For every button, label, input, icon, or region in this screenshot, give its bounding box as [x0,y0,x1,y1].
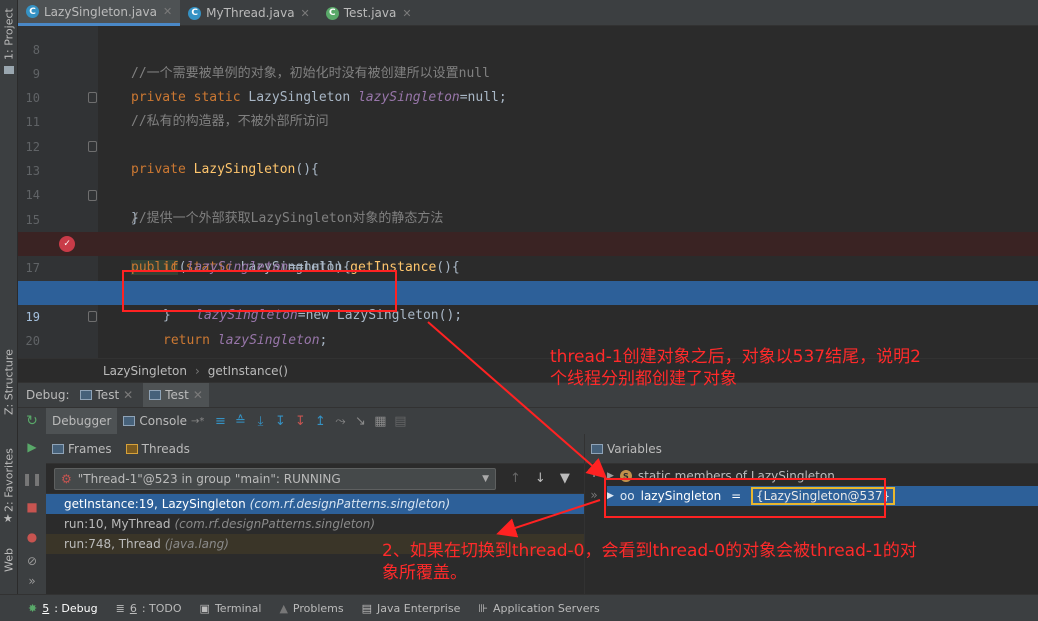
annotation-arrow-2 [496,499,601,538]
annotation-note-1: thread-1创建对象之后，对象以537结尾，说明2 个线程分别都创建了对象 [550,346,921,390]
annotation-note-2-line2: 象所覆盖。 [382,563,467,583]
annotation-note-1-line1: thread-1创建对象之后，对象以537结尾，说明2 [550,347,921,367]
annotation-note-1-line2: 个线程分别都创建了对象 [550,369,737,389]
annotation-note-2-line1: 2、如果在切换到thread-0，会看到thread-0的对象会被thread-… [382,541,917,561]
annotation-note-2: 2、如果在切换到thread-0，会看到thread-0的对象会被thread-… [382,540,917,584]
annotation-arrows [427,321,608,538]
